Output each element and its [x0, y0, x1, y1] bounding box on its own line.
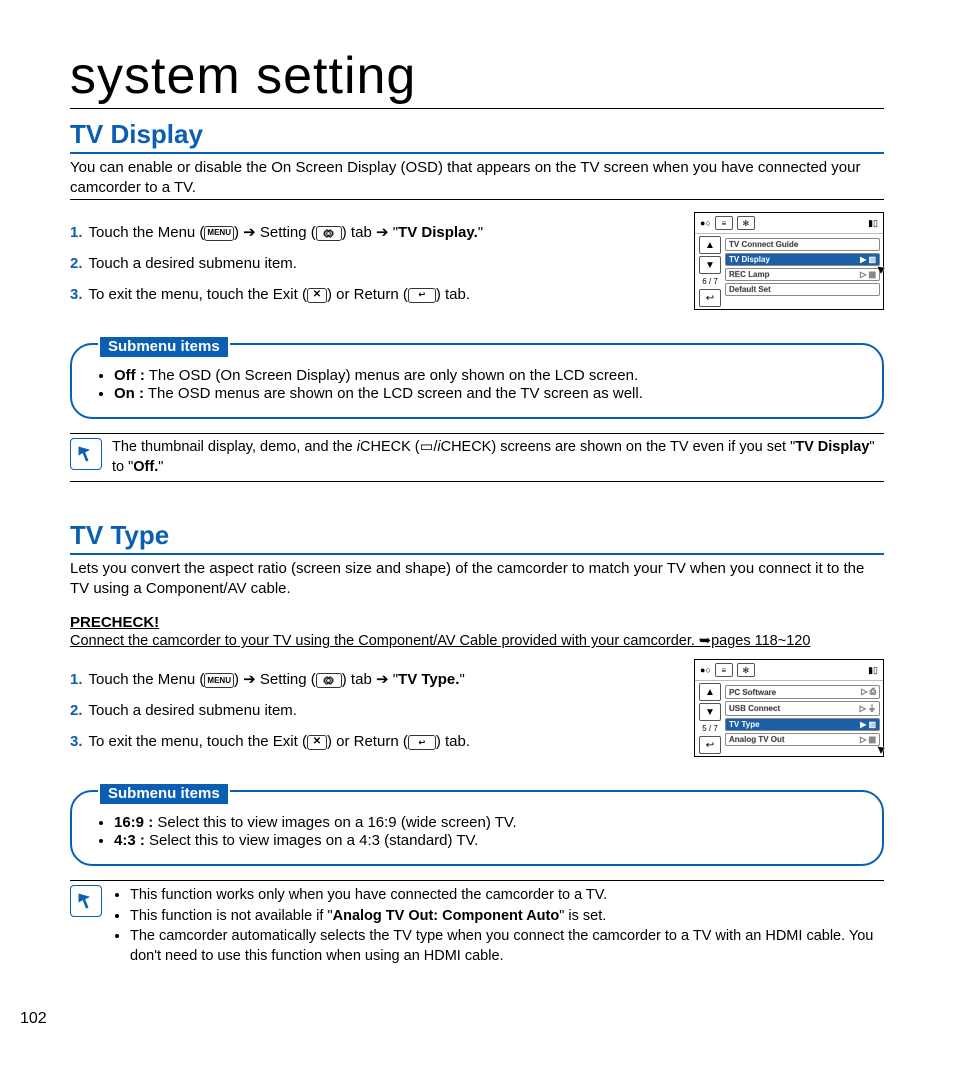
lcd-row-tv-display[interactable]: TV Display▶ ▥: [725, 253, 880, 266]
tv-display-steps-row: 1. Touch the Menu (MENU) ➔ Setting () ta…: [70, 212, 884, 315]
lcd-row-default-set[interactable]: Default Set: [725, 283, 880, 296]
gear-icon: ✻: [737, 216, 755, 230]
lcd-row-rec-lamp[interactable]: REC Lamp▷ ▦: [725, 268, 880, 281]
down-button[interactable]: ▼: [699, 256, 721, 274]
precheck-text: Connect the camcorder to your TV using t…: [70, 633, 884, 649]
intro-tv-type: Lets you convert the aspect ratio (scree…: [70, 559, 884, 600]
heading-tv-type: TV Type: [70, 520, 884, 555]
play-icon: ▶ ▥: [860, 720, 876, 729]
note-tv-type: This function works only when you have c…: [70, 880, 884, 971]
menu-icon: MENU: [204, 673, 234, 688]
return-icon: ↩: [408, 288, 436, 303]
manual-page: 102 system setting TV Display You can en…: [0, 0, 954, 1011]
page-number: 102: [20, 1010, 47, 1028]
gear-icon: ✻: [737, 663, 755, 677]
gear-icon: [316, 673, 342, 688]
step-number: 2.: [70, 253, 83, 274]
lcd-row-analog-tv-out[interactable]: Analog TV Out▷ ▦: [725, 733, 880, 746]
lcd-row-pc-software[interactable]: PC Software▷ ⎙: [725, 685, 880, 699]
lcd-row-tv-connect-guide[interactable]: TV Connect Guide: [725, 238, 880, 251]
heading-tv-display: TV Display: [70, 119, 884, 154]
return-icon: ↩: [408, 735, 436, 750]
submenu-item-off: Off : The OSD (On Screen Display) menus …: [114, 367, 858, 384]
step-number: 2.: [70, 700, 83, 721]
play-icon: ▶ ▥: [860, 255, 876, 264]
note-item: This function is not available if "Analo…: [130, 907, 884, 927]
close-icon: ✕: [307, 288, 327, 303]
note-item: The camcorder automatically selects the …: [130, 927, 884, 966]
return-button[interactable]: ↩: [699, 289, 721, 307]
camcorder-icon: ●○: [700, 218, 711, 228]
lcd-screenshot-tv-display: ●○ ≡ ✻ ▮▯ ▲ ▼ 6 / 7 ↩ TV Connect Guide T…: [694, 212, 884, 310]
battery-icon: ▮▯: [868, 218, 878, 229]
submenu-item-4-3: 4:3 : Select this to view images on a 4:…: [114, 832, 858, 849]
note-item: This function works only when you have c…: [130, 886, 884, 906]
submenu-item-16-9: 16:9 : Select this to view images on a 1…: [114, 814, 858, 831]
lcd-screenshot-tv-type: ●○ ≡ ✻ ▮▯ ▲ ▼ 5 / 7 ↩ PC Software▷ ⎙ USB…: [694, 659, 884, 757]
menu-icon: MENU: [204, 226, 234, 241]
step-2: 2. Touch a desired submenu item.: [70, 700, 678, 721]
step-3: 3. To exit the menu, touch the Exit (✕) …: [70, 284, 678, 305]
step-number: 1.: [70, 222, 83, 243]
lcd-row-usb-connect[interactable]: USB Connect▷ ⏚: [725, 701, 880, 716]
submenu-box-tv-display: Submenu items Off : The OSD (On Screen D…: [70, 343, 884, 419]
step-number: 3.: [70, 284, 83, 305]
submenu-label: Submenu items: [98, 782, 230, 806]
note-icon: [70, 438, 102, 470]
step-number: 3.: [70, 731, 83, 752]
submenu-box-tv-type: Submenu items 16:9 : Select this to view…: [70, 790, 884, 866]
submenu-item-on: On : The OSD menus are shown on the LCD …: [114, 385, 858, 402]
gear-icon: [316, 226, 342, 241]
lcd-menu-list: PC Software▷ ⎙ USB Connect▷ ⏚ TV Type▶ ▥…: [725, 681, 883, 756]
lcd-row-tv-type[interactable]: TV Type▶ ▥: [725, 718, 880, 731]
step-3: 3. To exit the menu, touch the Exit (✕) …: [70, 731, 678, 752]
submenu-label: Submenu items: [98, 335, 230, 359]
list-icon: ≡: [715, 663, 733, 677]
step-2: 2. Touch a desired submenu item.: [70, 253, 678, 274]
note-tv-display: The thumbnail display, demo, and the iCH…: [70, 433, 884, 482]
list-icon: ≡: [715, 216, 733, 230]
note-icon: [70, 885, 102, 917]
screen-icon: ▭: [420, 439, 434, 455]
lcd-page-indicator: 5 / 7: [702, 723, 718, 734]
lcd-page-indicator: 6 / 7: [702, 276, 718, 287]
step-1: 1. Touch the Menu (MENU) ➔ Setting () ta…: [70, 669, 678, 690]
tv-type-steps: 1. Touch the Menu (MENU) ➔ Setting () ta…: [70, 659, 678, 762]
tv-type-steps-row: 1. Touch the Menu (MENU) ➔ Setting () ta…: [70, 659, 884, 762]
step-number: 1.: [70, 669, 83, 690]
down-button[interactable]: ▼: [699, 703, 721, 721]
intro-tv-display: You can enable or disable the On Screen …: [70, 158, 884, 200]
camcorder-icon: ●○: [700, 665, 711, 675]
lcd-menu-list: TV Connect Guide TV Display▶ ▥ REC Lamp▷…: [725, 234, 883, 309]
battery-icon: ▮▯: [868, 665, 878, 676]
up-button[interactable]: ▲: [699, 683, 721, 701]
close-icon: ✕: [307, 735, 327, 750]
up-button[interactable]: ▲: [699, 236, 721, 254]
page-title: system setting: [70, 50, 884, 109]
step-1: 1. Touch the Menu (MENU) ➔ Setting () ta…: [70, 222, 678, 243]
precheck-heading: PRECHECK!: [70, 614, 884, 631]
return-button[interactable]: ↩: [699, 736, 721, 754]
tv-display-steps: 1. Touch the Menu (MENU) ➔ Setting () ta…: [70, 212, 678, 315]
